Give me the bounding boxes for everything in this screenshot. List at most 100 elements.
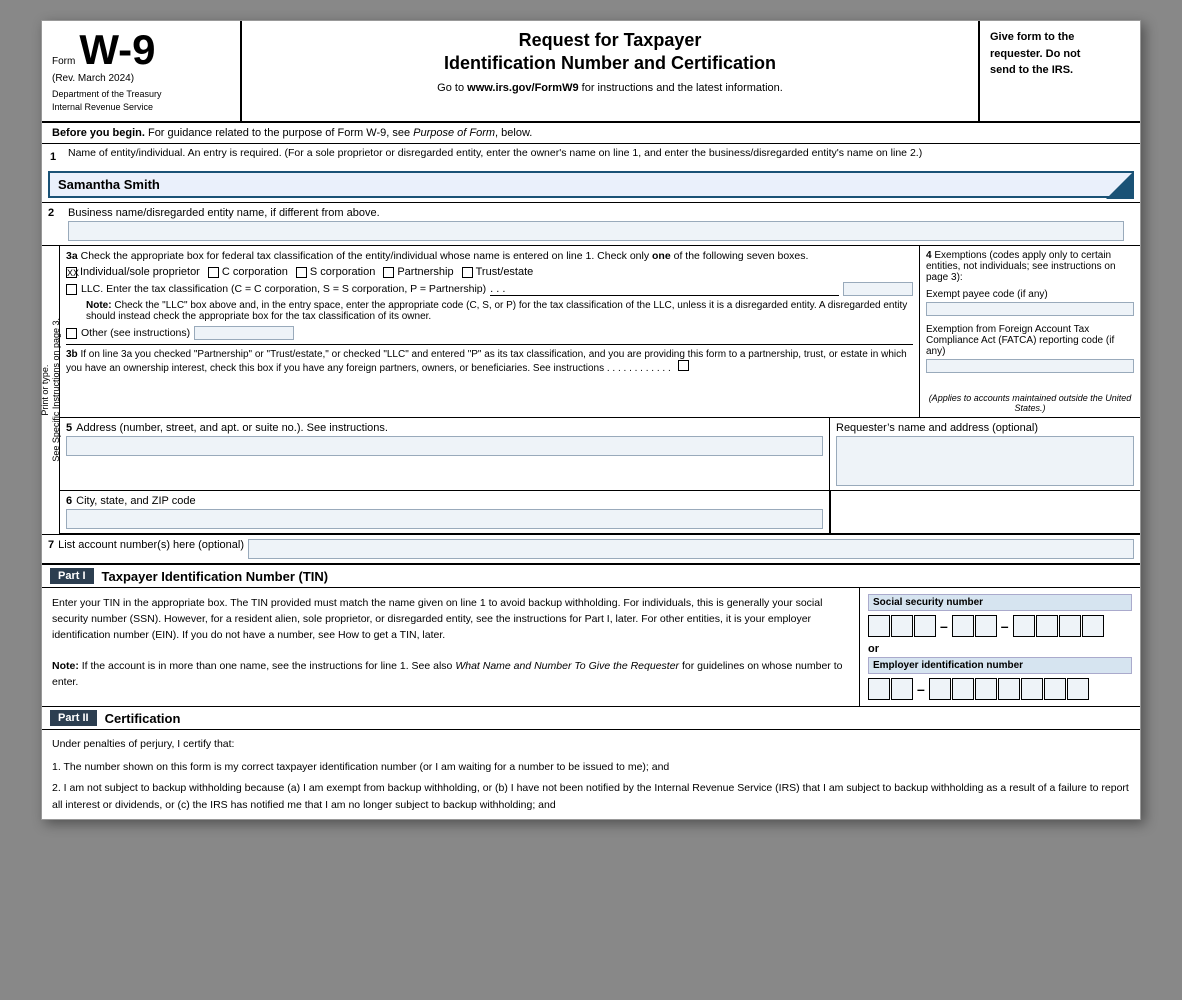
llc-dots: . . . [490, 283, 839, 296]
line6-label: City, state, and ZIP code [76, 495, 195, 507]
checkbox-partnership-box[interactable] [383, 267, 394, 278]
ssn-box-9[interactable] [1082, 615, 1104, 637]
tax-classification-options: X Individual/sole proprietor C corporati… [66, 266, 913, 278]
ein-group1 [868, 678, 913, 700]
form-title: Request for Taxpayer Identification Numb… [262, 29, 958, 76]
form-label: Form [52, 56, 75, 67]
ssn-box-7[interactable] [1036, 615, 1058, 637]
ein-box-7[interactable] [1021, 678, 1043, 700]
part2-title: Certification [105, 711, 181, 726]
requester-address: Requester’s name and address (optional) [830, 418, 1140, 490]
ein-label: Employer identification number [868, 657, 1132, 674]
ssn-input-group: – – [868, 615, 1132, 637]
part1-title: Taxpayer Identification Number (TIN) [102, 569, 329, 584]
requester-label: Requester’s name and address (optional) [836, 422, 1038, 434]
ssn-group1 [868, 615, 936, 637]
ein-box-8[interactable] [1044, 678, 1066, 700]
section-3a-4: 3a Check the appropriate box for federal… [60, 246, 1140, 418]
ssn-box-1[interactable] [868, 615, 890, 637]
applies-note: (Applies to accounts maintained outside … [926, 393, 1134, 413]
other-label: Other (see instructions) [81, 327, 190, 339]
ein-box-5[interactable] [975, 678, 997, 700]
line1-label: Name of entity/individual. An entry is r… [68, 147, 922, 159]
line6-number: 6 [66, 495, 72, 507]
tin-description: Enter your TIN in the appropriate box. T… [42, 588, 860, 706]
line6-section: 6 City, state, and ZIP code [60, 491, 1140, 534]
cert-item-2: 2. I am not subject to backup withholdin… [52, 780, 1130, 814]
fatca-code-input[interactable] [926, 359, 1134, 373]
line5-input[interactable] [66, 436, 823, 456]
ssn-box-8[interactable] [1059, 615, 1081, 637]
ssn-box-5[interactable] [975, 615, 997, 637]
header-left: Form W-9 (Rev. March 2024) Department of… [42, 21, 242, 121]
part2-badge: Part II [50, 710, 97, 726]
checkbox-individual[interactable]: X Individual/sole proprietor [66, 266, 200, 278]
ssn-label: Social security number [868, 594, 1132, 611]
tin-text: Enter your TIN in the appropriate box. T… [52, 596, 849, 643]
checkbox-other-box[interactable] [66, 328, 77, 339]
before-begin: Before you begin. For guidance related t… [42, 123, 1140, 144]
part1-header: Part I Taxpayer Identification Number (T… [42, 564, 1140, 588]
line1-number: 1 [48, 147, 68, 167]
checkbox-3b-box[interactable] [678, 360, 689, 371]
cert-intro: Under penalties of perjury, I certify th… [52, 736, 1130, 753]
ssn-group2 [952, 615, 997, 637]
ssn-dash-2: – [1001, 618, 1009, 634]
line6-left: 6 City, state, and ZIP code [60, 491, 830, 533]
ein-box-1[interactable] [868, 678, 890, 700]
or-text: or [868, 643, 1132, 655]
checkbox-individual-box[interactable]: X [66, 267, 77, 278]
llc-label: LLC. Enter the tax classification (C = C… [81, 283, 486, 295]
cursor-arrow-icon [1106, 171, 1134, 199]
ssn-box-2[interactable] [891, 615, 913, 637]
line1-name-input[interactable]: Samantha Smith [48, 171, 1134, 198]
section-4: 4 Exemptions (codes apply only to certai… [920, 246, 1140, 417]
dept-treasury: Department of the Treasury Internal Reve… [52, 88, 230, 113]
ssn-group3 [1013, 615, 1104, 637]
checkbox-c-corp-box[interactable] [208, 267, 219, 278]
form-w9-number: W-9 [79, 29, 155, 71]
checkbox-trust[interactable]: Trust/estate [462, 266, 534, 278]
line2-number: 2 [48, 207, 68, 241]
checkbox-s-corp-box[interactable] [296, 267, 307, 278]
ssn-box-4[interactable] [952, 615, 974, 637]
checkbox-trust-box[interactable] [462, 267, 473, 278]
ein-box-6[interactable] [998, 678, 1020, 700]
line5-left: 5 Address (number, street, and apt. or s… [60, 418, 830, 490]
line7-input[interactable] [248, 539, 1134, 559]
ein-box-2[interactable] [891, 678, 913, 700]
form-number-area: Form W-9 [52, 29, 230, 71]
header-right: Give form to the requester. Do not send … [980, 21, 1140, 121]
line5-label: Address (number, street, and apt. or sui… [76, 422, 388, 434]
line7-number: 7 [48, 539, 54, 559]
tin-note: If the account is in more than one name,… [52, 660, 842, 688]
ssn-box-3[interactable] [914, 615, 936, 637]
side-label-section: Print or type.See Specific Instructions … [42, 246, 1140, 535]
exempt-payee-code-input[interactable] [926, 302, 1134, 316]
w9-form: Form W-9 (Rev. March 2024) Department of… [41, 20, 1141, 820]
checkbox-c-corp[interactable]: C corporation [208, 266, 288, 278]
line5-section: 5 Address (number, street, and apt. or s… [60, 418, 1140, 491]
checkbox-partnership[interactable]: Partnership [383, 266, 453, 278]
llc-code-input[interactable] [843, 282, 913, 296]
ein-box-4[interactable] [952, 678, 974, 700]
ssn-box-6[interactable] [1013, 615, 1035, 637]
other-input[interactable] [194, 326, 294, 340]
ein-dash: – [917, 681, 925, 697]
line1-section: 1 Name of entity/individual. An entry is… [42, 144, 1140, 203]
checkbox-llc-box[interactable] [66, 284, 77, 295]
form-url: Go to www.irs.gov/FormW9 for instruction… [262, 82, 958, 94]
line2-input[interactable] [68, 221, 1124, 241]
line2-section: 2 Business name/disregarded entity name,… [42, 203, 1140, 246]
line6-input[interactable] [66, 509, 823, 529]
line7-label: List account number(s) here (optional) [58, 539, 244, 559]
tin-right: Social security number – – [860, 588, 1140, 706]
ein-box-9[interactable] [1067, 678, 1089, 700]
section-3b: 3b If on line 3a you checked "Partnershi… [66, 344, 913, 374]
section4-label: 4 Exemptions (codes apply only to certai… [926, 250, 1134, 283]
certification-section: Under penalties of perjury, I certify th… [42, 730, 1140, 819]
requester-address-input[interactable] [836, 436, 1134, 486]
cert-item-1: 1. The number shown on this form is my c… [52, 759, 1130, 776]
ein-box-3[interactable] [929, 678, 951, 700]
checkbox-s-corp[interactable]: S corporation [296, 266, 375, 278]
